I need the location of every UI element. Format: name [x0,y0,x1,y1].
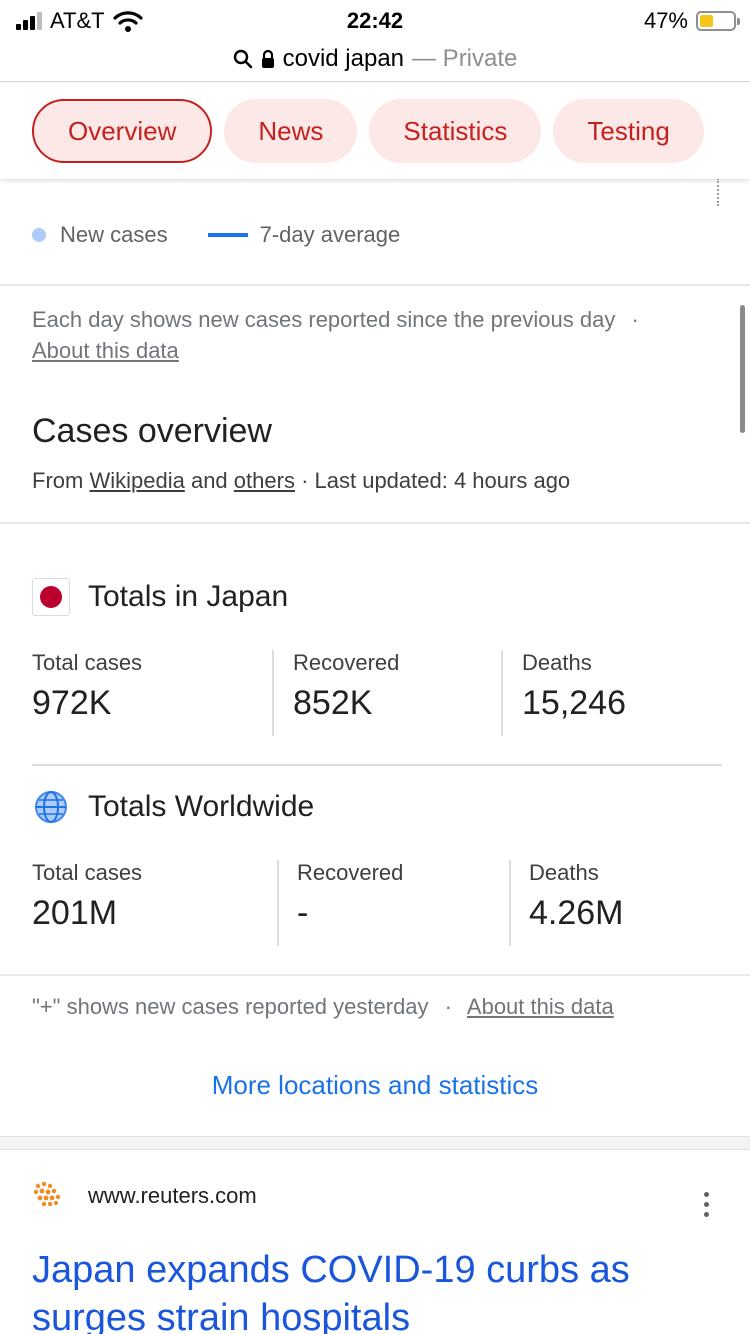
worldwide-title: Totals Worldwide [88,790,315,823]
separator-dot: · [631,307,639,332]
clock: 22:42 [346,8,404,33]
url-query: covid japan [282,44,405,72]
stat-label: Deaths [529,860,599,885]
reuters-logo-icon [33,1181,61,1207]
address-bar[interactable]: covid japan — Private [0,36,750,82]
divider [0,522,750,524]
stat-label: Deaths [522,650,592,675]
worldwide-stats: Total cases 201M Recovered - Deaths 4.26… [32,860,722,948]
separator-dot: · [444,994,452,1019]
stat-value: 201M [32,894,118,932]
daily-note: Each day shows new cases reported since … [32,304,712,366]
stat-label: Recovered [297,860,404,885]
lock-icon [261,49,274,68]
battery-icon [696,11,740,31]
search-icon [233,49,252,68]
tab-bar: Overview News Statistics Testing [0,83,750,179]
plus-note-text: "+" shows new cases reported yesterday [32,994,429,1019]
world-deaths: Deaths 4.26M [529,860,624,948]
divider [0,284,750,286]
cases-overview-title: Cases overview [32,412,272,450]
result-site-url: www.reuters.com [88,1183,257,1208]
plus-note: "+" shows new cases reported yesterday ·… [32,994,614,1020]
daily-note-text: Each day shows new cases reported since … [32,307,616,332]
battery-percent: 47% [643,8,688,33]
average-line-icon [207,233,248,237]
stat-label: Recovered [293,650,400,675]
japan-total-cases: Total cases 972K [32,650,142,738]
stat-label: Total cases [32,860,143,885]
stat-label: Total cases [32,650,143,675]
divider [509,860,511,946]
result-title-link[interactable]: Japan expands COVID-19 curbs as surges s… [32,1246,722,1334]
status-bar: AT&T 22:42 47% [0,0,750,40]
japan-deaths: Deaths 15,246 [522,650,626,738]
source-and: and [190,468,228,493]
divider [501,650,503,736]
divider [0,974,750,976]
tab-news[interactable]: News [224,99,358,163]
new-cases-dot-icon [32,228,46,242]
about-data-link[interactable]: About this data [467,994,614,1019]
japan-heading: Totals in Japan [32,578,288,616]
divider [272,650,274,736]
japan-stats: Total cases 972K Recovered 852K Deaths 1… [32,650,722,738]
more-locations-link[interactable]: More locations and statistics [0,1070,750,1101]
source-from: From [32,468,84,493]
wikipedia-link[interactable]: Wikipedia [89,468,184,493]
last-updated: · Last updated: 4 hours ago [301,468,571,493]
chart-legend: New cases 7-day average [32,222,400,248]
divider [277,860,279,946]
japan-recovered: Recovered 852K [293,650,399,738]
legend-new-cases: New cases [60,222,168,247]
source-line: From Wikipedia and others · Last updated… [32,468,570,494]
scrollbar[interactable] [740,305,745,433]
result-source[interactable]: www.reuters.com [32,1180,257,1212]
chart-current-marker [717,178,719,206]
stat-value: 852K [293,684,373,722]
japan-flag-icon [32,578,70,616]
tab-overview[interactable]: Overview [32,99,213,163]
globe-icon [35,791,67,823]
stat-value: 972K [32,684,112,722]
private-mode-label: — Private [412,44,518,72]
status-right: 47% [643,8,740,34]
legend-average: 7-day average [259,222,401,247]
tab-statistics[interactable]: Statistics [369,99,542,163]
japan-title: Totals in Japan [88,580,289,613]
worldwide-heading: Totals Worldwide [32,788,314,826]
world-total-cases: Total cases 201M [32,860,142,948]
divider [32,764,722,766]
section-separator [0,1136,750,1150]
more-options-icon[interactable] [704,1192,710,1217]
others-link[interactable]: others [234,468,295,493]
stat-value: - [297,894,309,932]
tab-testing[interactable]: Testing [553,99,704,163]
about-data-link[interactable]: About this data [32,338,179,363]
world-recovered: Recovered - [297,860,403,948]
stat-value: 4.26M [529,894,624,932]
stat-value: 15,246 [522,684,626,722]
